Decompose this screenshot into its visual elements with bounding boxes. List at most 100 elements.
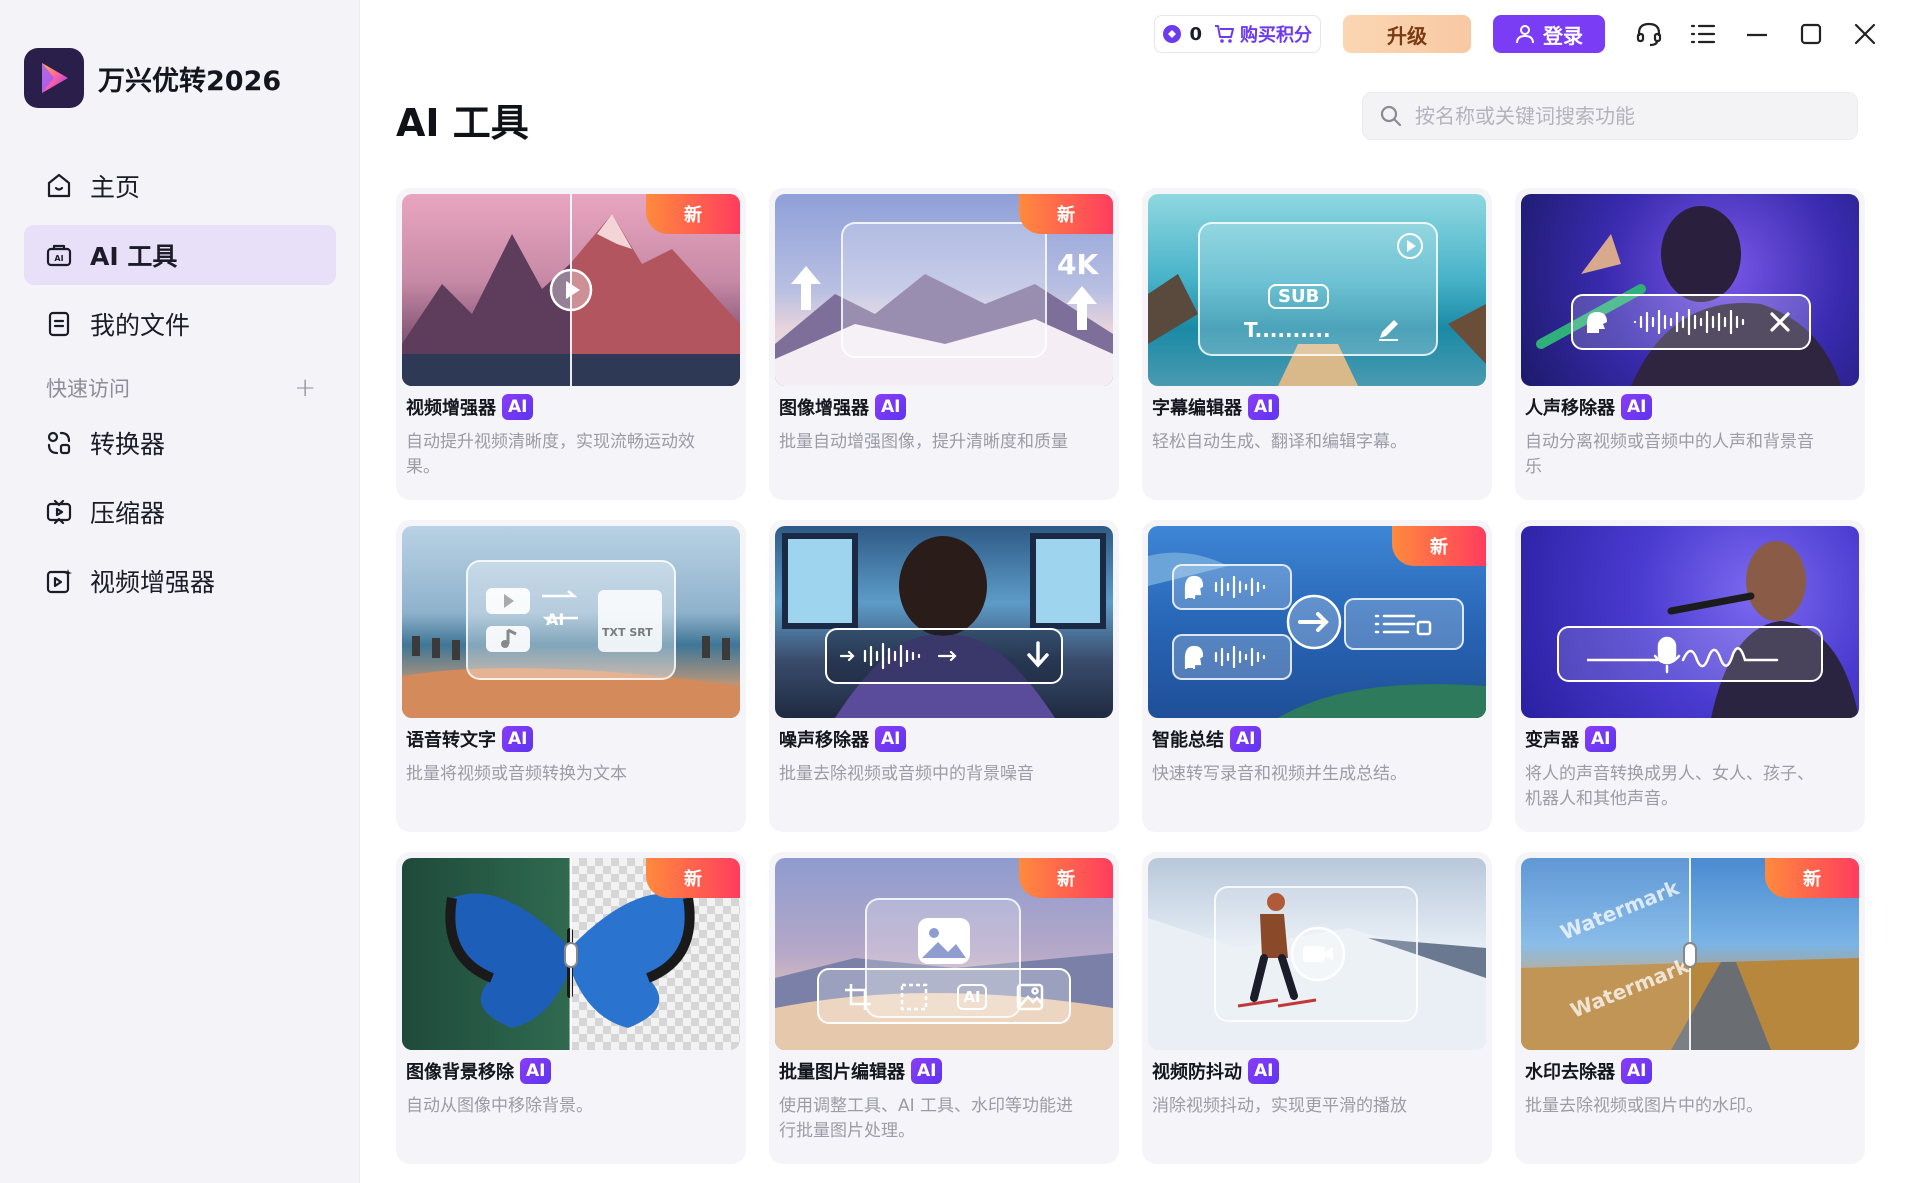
search-input[interactable] [1415, 104, 1835, 128]
add-quick-access-button[interactable]: + [294, 373, 316, 403]
tool-card-image-enhancer[interactable]: 4K 新 图像增强器 AI 批量自动增强图像，提升清晰度和质量 [769, 188, 1119, 500]
minimize-button[interactable] [1735, 14, 1779, 54]
compare-handle[interactable] [564, 942, 578, 968]
tool-card-noise-remover[interactable]: 噪声移除器 AI 批量去除视频或音频中的背景噪音 [769, 520, 1119, 832]
sidebar-item-converter[interactable]: 转换器 [24, 413, 336, 473]
arrow-up-icon [791, 266, 821, 310]
tool-card-speech-to-text[interactable]: AI TXT SRT 语音转文字 AI 批量将视频或音频转换为文本 [396, 520, 746, 832]
sidebar-item-my-files[interactable]: 我的文件 [24, 294, 336, 354]
search-icon [1380, 105, 1402, 127]
login-button[interactable]: 登录 [1493, 15, 1605, 53]
singer-illustration [1536, 206, 1841, 386]
tool-thumbnail: 4K 新 [775, 194, 1113, 386]
sidebar-item-label: 视频增强器 [90, 568, 216, 597]
tool-description: 快速转写录音和视频并生成总结。 [1152, 764, 1407, 784]
denoise-waveform-icon [839, 642, 957, 670]
watermark-text: Watermark [1567, 953, 1690, 1023]
sidebar-item-compressor[interactable]: 压缩器 [24, 482, 336, 542]
singer-mic-illustration [1667, 541, 1859, 718]
tool-thumbnail [1521, 526, 1859, 718]
ai-badge: AI [1230, 726, 1262, 752]
voice-wave-icon [1184, 575, 1266, 600]
tool-thumbnail: 新 [402, 194, 740, 386]
tool-name: 批量图片编辑器 [779, 1062, 905, 1083]
list-icon [1374, 614, 1432, 636]
tool-description: 轻松自动生成、翻译和编辑字幕。 [1152, 432, 1407, 452]
tool-description: 批量将视频或音频转换为文本 [406, 764, 627, 784]
ai-tool-icon: AI [957, 984, 987, 1010]
close-icon [1854, 23, 1876, 45]
points-count: 0 [1189, 23, 1202, 45]
tool-thumbnail: AI TXT SRT [402, 526, 740, 718]
upgrade-button[interactable]: 升级 [1343, 15, 1471, 53]
tool-card-batch-image-editor[interactable]: AI 新 批量图片编辑器 AI 使用调整工具、AI 工具、水印等功能进行批量图片处… [769, 852, 1119, 1164]
tool-thumbnail [1521, 194, 1859, 386]
new-badge: 新 [1019, 194, 1113, 234]
tool-card-watermark-remover[interactable]: Watermark Watermark 新 水印去除器 AI 批量去除视频或图片中… [1515, 852, 1865, 1164]
new-badge: 新 [1765, 858, 1859, 898]
tool-thumbnail [1148, 858, 1486, 1050]
ai-badge: AI [911, 1058, 943, 1084]
arrow-right-icon [1286, 594, 1342, 650]
ai-toolbox-icon: AI [46, 244, 72, 267]
play-icon [1397, 233, 1423, 259]
tool-card-vocal-remover[interactable]: 人声移除器 AI 自动分离视频或音频中的人声和背景音乐 [1515, 188, 1865, 500]
tool-card-video-stabilizer[interactable]: 视频防抖动 AI 消除视频抖动，实现更平滑的播放 [1142, 852, 1492, 1164]
convert-arrows-icon [542, 590, 578, 624]
app-logo[interactable]: 万兴优转2026 [24, 48, 281, 108]
sidebar-item-label: 我的文件 [90, 311, 191, 340]
sidebar-item-home[interactable]: 主页 [24, 156, 336, 216]
ai-badge: AI [875, 726, 907, 752]
tool-card-smart-summary[interactable]: 新 智能总结 AI 快速转写录音和视频并生成总结。 [1142, 520, 1492, 832]
tool-name: 字幕编辑器 [1152, 398, 1242, 419]
tool-name: 视频增强器 [406, 398, 496, 419]
sidebar-item-video-enhancer[interactable]: 视频增强器 [24, 551, 336, 611]
sidebar-item-ai-tools[interactable]: AI AI 工具 [24, 225, 336, 285]
sidebar-item-label: 转换器 [90, 430, 166, 459]
output-formats: TXT SRT [602, 626, 653, 639]
watermark-overlay: Watermark Watermark [1521, 858, 1690, 1050]
ai-badge: AI [1248, 394, 1280, 420]
menu-button[interactable] [1681, 14, 1725, 54]
app-logo-icon [24, 48, 84, 108]
tool-thumbnail: AI 新 [775, 858, 1113, 1050]
tool-card-background-remover[interactable]: 新 图像背景移除 AI 自动从图像中移除背景。 [396, 852, 746, 1164]
tool-name: 人声移除器 [1525, 398, 1615, 419]
tool-card-subtitle-editor[interactable]: SUB T.......... 字幕编辑器 AI 轻松自动生成、翻译和编辑字幕。 [1142, 188, 1492, 500]
menu-list-icon [1690, 24, 1716, 44]
subtitle-text-preview: T.......... [1244, 318, 1331, 342]
maximize-button[interactable] [1789, 14, 1833, 54]
support-button[interactable] [1627, 14, 1671, 54]
maximize-icon [1800, 23, 1822, 45]
tool-description: 将人的声音转换成男人、女人、孩子、机器人和其他声音。 [1525, 764, 1814, 809]
compare-handle[interactable] [1683, 942, 1697, 968]
ai-badge: AI [520, 1058, 552, 1084]
resolution-label: 4K [1057, 248, 1099, 281]
tool-description: 自动分离视频或音频中的人声和背景音乐 [1525, 432, 1814, 477]
tool-card-video-enhancer[interactable]: 新 视频增强器 AI 自动提升视频清晰度，实现流畅运动效果。 [396, 188, 746, 500]
tool-card-voice-changer[interactable]: 变声器 AI 将人的声音转换成男人、女人、孩子、机器人和其他声音。 [1515, 520, 1865, 832]
tool-description: 批量自动增强图像，提升清晰度和质量 [779, 432, 1068, 452]
ai-badge: AI [1621, 394, 1653, 420]
buy-points-button[interactable]: 购买积分 [1214, 21, 1312, 47]
close-button[interactable] [1843, 14, 1887, 54]
enhance-frame [841, 222, 1047, 358]
new-badge: 新 [1019, 858, 1113, 898]
sidebar-item-label: 压缩器 [90, 499, 166, 528]
mic-wave-icon [1587, 636, 1779, 674]
video-camera-icon [1290, 926, 1346, 982]
tool-name: 变声器 [1525, 730, 1579, 751]
user-icon [1516, 25, 1534, 44]
tool-description: 自动从图像中移除背景。 [406, 1096, 593, 1116]
search-box[interactable] [1362, 92, 1858, 140]
tool-name: 图像背景移除 [406, 1062, 514, 1083]
points-widget[interactable]: 0 购买积分 [1154, 15, 1321, 53]
window-person-illustration [782, 533, 1106, 718]
ai-badge: AI [502, 726, 534, 752]
sidebar-item-label: 主页 [90, 173, 141, 202]
sidebar-nav: 主页 AI AI 工具 我的文件 快速访问 + 转换器 压缩器 视频增强器 [24, 156, 336, 620]
new-badge: 新 [646, 194, 740, 234]
tool-thumbnail: SUB T.......... [1148, 194, 1486, 386]
watermark-image-icon [1016, 983, 1044, 1011]
tool-thumbnail: 新 [1148, 526, 1486, 718]
